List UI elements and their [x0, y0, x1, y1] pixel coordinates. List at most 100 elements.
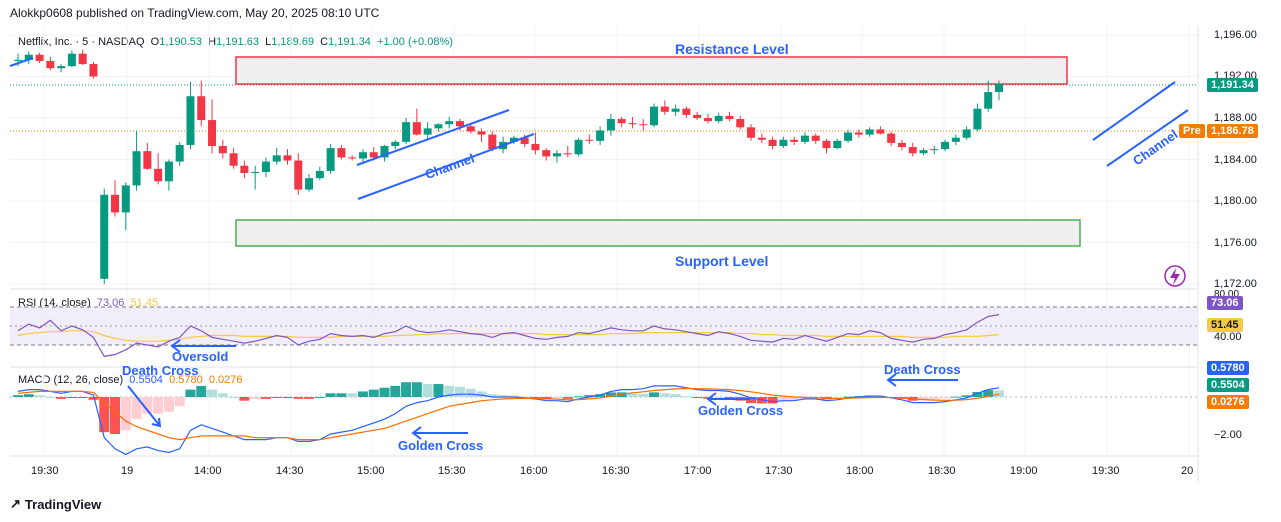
candle	[606, 119, 615, 131]
macd-hist-bar	[13, 395, 23, 397]
price-tick: 1,184.00	[1214, 154, 1257, 166]
candle	[779, 139, 788, 147]
macd-hist-bar	[552, 397, 562, 399]
candle	[111, 194, 120, 213]
macd-hist-bar	[304, 397, 315, 399]
price-tick: 1,188.00	[1214, 112, 1257, 124]
candle	[703, 118, 712, 122]
support-zone	[235, 219, 1081, 247]
macd-hist-bar	[649, 392, 660, 397]
macd-hist-bar	[681, 396, 692, 398]
candle	[585, 139, 594, 141]
candle	[887, 133, 896, 143]
candle	[348, 157, 357, 159]
candle	[725, 115, 734, 120]
candle	[294, 160, 303, 190]
oversold-label: Oversold	[172, 349, 229, 364]
candle	[197, 96, 206, 121]
golden-cross-label-2: Golden Cross	[698, 403, 784, 418]
macd-hist-bar	[196, 385, 207, 397]
candle	[553, 153, 561, 157]
macd-hist-bar	[260, 397, 271, 399]
candle	[283, 155, 292, 161]
candle	[358, 152, 367, 159]
macd-hist-tag: 0.0276	[1207, 395, 1249, 409]
resistance-label: Resistance Level	[675, 41, 789, 57]
candle	[639, 124, 648, 126]
macd-hist-bar	[293, 397, 304, 399]
time-tick: 20	[1181, 465, 1194, 477]
candle	[973, 108, 982, 130]
macd-line	[17, 385, 1000, 456]
price-chart[interactable]	[0, 0, 1281, 522]
macd-hist-bar	[66, 397, 77, 398]
time-tick: 14:00	[194, 465, 222, 477]
rsi-ma-tag: 51.45	[1207, 318, 1243, 332]
macd-hist-bar	[325, 393, 336, 397]
candle	[14, 59, 22, 61]
price-tick: 1,176.00	[1214, 237, 1257, 249]
macd-hist-bar	[34, 395, 45, 397]
macd-hist-bar	[401, 382, 412, 397]
candle	[865, 129, 874, 135]
time-tick: 19	[121, 465, 134, 477]
macd-hist-bar	[56, 397, 67, 399]
candle	[811, 135, 820, 141]
macd-hist-bar	[45, 397, 56, 398]
time-tick: 19:00	[1010, 465, 1038, 477]
candle	[455, 121, 464, 127]
candle	[822, 140, 831, 149]
macd-hist-bar	[239, 397, 250, 401]
candle	[67, 53, 76, 67]
macd-hist-bar	[163, 397, 174, 412]
golden-cross-label-1: Golden Cross	[398, 438, 484, 453]
candle	[930, 149, 939, 151]
time-tick: 16:00	[520, 465, 548, 477]
rsi-tick-bottom: 40.00	[1214, 331, 1242, 343]
candle	[57, 66, 66, 69]
macd-hist-bar	[77, 397, 88, 398]
candle	[218, 146, 227, 154]
macd-hist-bar	[336, 393, 347, 397]
time-tick: 15:00	[357, 465, 385, 477]
time-tick: 18:30	[928, 465, 956, 477]
last-price-tag: 1,191.34	[1207, 78, 1258, 92]
candle	[736, 119, 745, 128]
macd-hist-bar	[562, 397, 573, 399]
macd-hist-bar	[454, 386, 465, 397]
candle	[488, 134, 497, 150]
candle	[682, 108, 691, 115]
macd-hist-bar	[670, 394, 681, 397]
macd-hist-bar	[368, 389, 379, 397]
candle	[617, 119, 626, 124]
candle	[531, 143, 540, 151]
candle	[844, 132, 853, 141]
macd-hist-bar	[174, 397, 185, 407]
candle	[941, 141, 950, 150]
tradingview-logo[interactable]: ↗︎ TradingView	[10, 496, 101, 512]
macd-hist-bar	[573, 396, 584, 398]
macd-hist-bar	[638, 393, 649, 397]
death-cross-label-1: Death Cross	[122, 363, 199, 378]
time-tick: 17:30	[765, 465, 793, 477]
macd-hist-bar	[627, 393, 638, 397]
candle	[143, 151, 152, 169]
support-label: Support Level	[675, 253, 769, 269]
candle	[272, 155, 281, 162]
macd-hist-bar	[411, 382, 422, 397]
candle	[596, 130, 605, 141]
macd-hist-bar	[659, 393, 670, 397]
candle	[919, 150, 928, 154]
time-tick: 19:30	[1092, 465, 1120, 477]
time-tick: 15:30	[438, 465, 466, 477]
candle	[326, 148, 335, 171]
candle	[994, 83, 1003, 93]
pre-market-price-tag: 1,186.78	[1207, 124, 1258, 138]
macd-value-tag: 0.5504	[1207, 378, 1249, 392]
candle	[908, 147, 917, 154]
candle	[833, 140, 842, 149]
candle	[962, 129, 971, 138]
candle	[542, 150, 551, 157]
pre-market-label: Pre	[1179, 124, 1205, 138]
candle	[714, 115, 723, 122]
